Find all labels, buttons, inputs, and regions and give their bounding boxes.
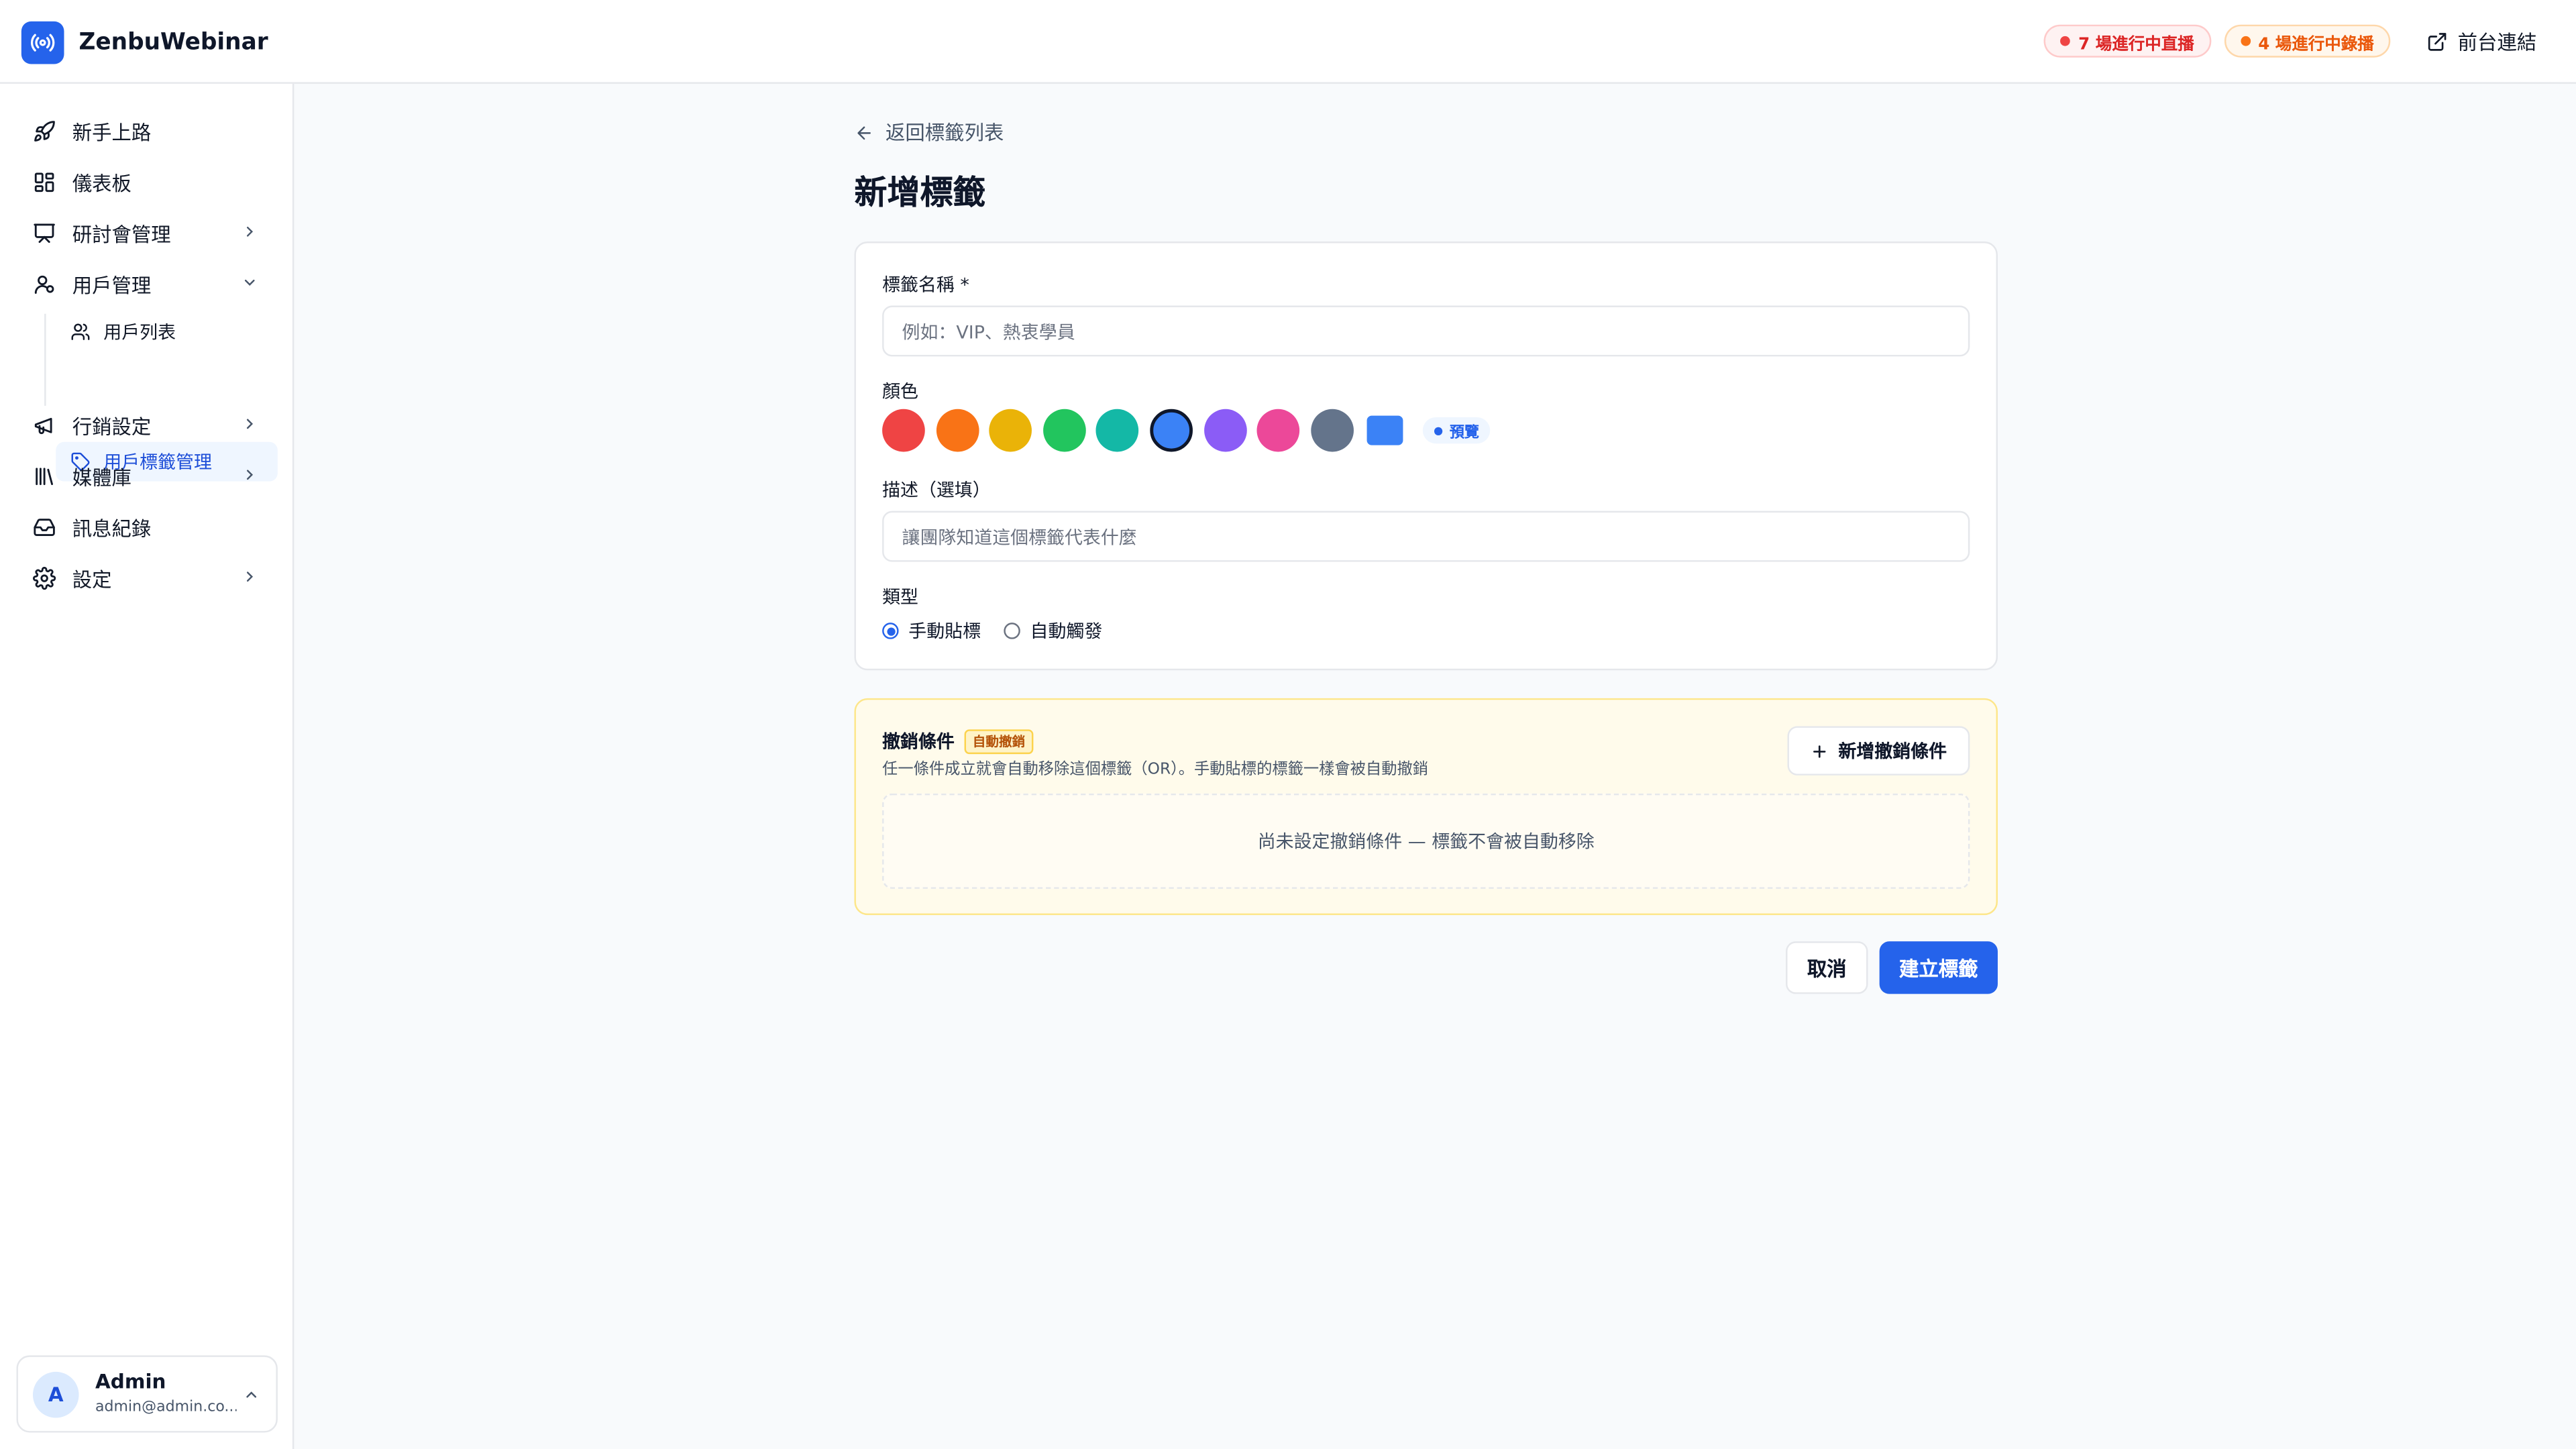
tag-name-placeholder: 例如：VIP、熱衷學員	[902, 318, 1075, 344]
chevron-right-icon	[241, 568, 258, 584]
rocket-icon	[33, 120, 56, 143]
color-swatch-yellow[interactable]	[989, 409, 1032, 452]
revoke-empty-state: 尚未設定撤銷條件 — 標籤不會被自動移除	[882, 794, 1970, 889]
recording-badge[interactable]: 4 場進行中錄播	[2224, 25, 2390, 58]
color-swatch-green[interactable]	[1043, 409, 1086, 452]
sidebar-item-marketing[interactable]: 行銷設定	[16, 404, 277, 447]
sidebar-item-label: 訊息紀錄	[72, 513, 152, 541]
create-tag-button[interactable]: 建立標籤	[1880, 941, 1998, 994]
tag-preview: 預覽	[1424, 417, 1491, 443]
revoke-empty-text: 尚未設定撤銷條件 — 標籤不會被自動移除	[1258, 828, 1595, 854]
header-actions: 7 場進行中直播 4 場進行中錄播 前台連結	[2044, 25, 2537, 58]
users-icon	[70, 322, 90, 341]
sidebar-item-label: 設定	[72, 564, 112, 592]
description-label: 描述（選填）	[882, 476, 991, 502]
external-link-icon	[2426, 30, 2448, 52]
chevron-right-icon	[241, 467, 258, 483]
sidebar-item-label: 行銷設定	[72, 411, 152, 439]
revoke-title-text: 撤銷條件	[882, 728, 955, 754]
sidebar-item-users[interactable]: 用戶管理	[16, 263, 277, 306]
brand-name: ZenbuWebinar	[79, 30, 268, 56]
auto-revoke-badge: 自動撤銷	[965, 729, 1034, 753]
sidebar-item-label: 研討會管理	[72, 219, 171, 248]
user-icon	[33, 273, 56, 296]
tag-preview-label: 預覽	[1450, 420, 1479, 441]
tag-form-card: 標籤名稱 * 例如：VIP、熱衷學員 顏色 預覽 描述（選填） 讓團隊知道這個標…	[854, 241, 1998, 670]
submenu-guide-line	[44, 314, 46, 406]
sidebar-item-label: 新手上路	[72, 117, 152, 146]
color-label: 顏色	[882, 378, 918, 404]
user-name: Admin	[95, 1370, 166, 1393]
live-badge[interactable]: 7 場進行中直播	[2044, 25, 2210, 58]
type-label: 類型	[882, 583, 918, 609]
sidebar-item-label: 用戶管理	[72, 270, 152, 299]
back-link-label: 返回標籤列表	[885, 118, 1004, 146]
app-root: ZenbuWebinar 7 場進行中直播 4 場進行中錄播 前台連結	[0, 0, 2576, 1449]
color-swatch-blue[interactable]	[1150, 409, 1193, 452]
live-dot-icon	[2060, 36, 2070, 46]
sidebar-subitem-label: 用戶列表	[103, 319, 176, 345]
sidebar-item-webinars[interactable]: 研討會管理	[16, 212, 277, 255]
add-revoke-condition-label: 新增撤銷條件	[1838, 738, 1947, 764]
user-menu[interactable]: A Admin admin@admin.co...	[16, 1355, 277, 1432]
color-swatches: 預覽	[882, 409, 1491, 452]
top-bar: ZenbuWebinar 7 場進行中直播 4 場進行中錄播 前台連結	[0, 0, 2576, 84]
preview-dot-icon	[1435, 427, 1443, 435]
sidebar-item-dashboard[interactable]: 儀表板	[16, 161, 277, 204]
color-swatch-red[interactable]	[882, 409, 925, 452]
custom-color-picker[interactable]	[1367, 416, 1403, 445]
sidebar-item-onboarding[interactable]: 新手上路	[16, 110, 277, 153]
sidebar: 新手上路 儀表板 研討會管理 用戶管理 用戶列表	[0, 84, 294, 1449]
chevron-up-icon	[243, 1387, 259, 1403]
color-swatch-pink[interactable]	[1257, 409, 1300, 452]
cancel-button[interactable]: 取消	[1786, 941, 1868, 994]
sidebar-subitem-user-list[interactable]: 用戶列表	[56, 312, 278, 352]
revoke-title: 撤銷條件 自動撤銷	[882, 728, 1033, 754]
sidebar-item-label: 儀表板	[72, 168, 131, 197]
avatar: A	[33, 1372, 79, 1418]
plus-icon	[1811, 742, 1829, 760]
arrow-left-icon	[854, 122, 873, 142]
broadcast-icon	[21, 21, 64, 64]
dashboard-icon	[33, 171, 56, 194]
tag-name-label: 標籤名稱 *	[882, 271, 969, 297]
chevron-right-icon	[241, 223, 258, 239]
color-swatch-slate[interactable]	[1311, 409, 1354, 452]
type-manual-label[interactable]: 手動貼標	[908, 618, 981, 644]
recording-dot-icon	[2240, 36, 2250, 46]
revoke-description: 任一條件成立就會自動移除這個標籤（OR）。手動貼標的標籤一樣會被自動撤銷	[882, 756, 1428, 779]
color-swatch-teal[interactable]	[1096, 409, 1139, 452]
color-swatch-purple[interactable]	[1203, 409, 1246, 452]
megaphone-icon	[33, 414, 56, 437]
sidebar-item-messages[interactable]: 訊息紀錄	[16, 506, 277, 549]
type-auto-label[interactable]: 自動觸發	[1030, 618, 1103, 644]
user-email: admin@admin.co...	[95, 1400, 237, 1416]
gear-icon	[33, 567, 56, 590]
sidebar-item-label: 媒體庫	[72, 462, 131, 490]
description-placeholder: 讓團隊知道這個標籤代表什麼	[902, 523, 1137, 549]
color-swatch-orange[interactable]	[936, 409, 979, 452]
chevron-down-icon	[241, 274, 258, 290]
recording-badge-label: 4 場進行中錄播	[2258, 29, 2374, 54]
revoke-conditions-card: 撤銷條件 自動撤銷 任一條件成立就會自動移除這個標籤（OR）。手動貼標的標籤一樣…	[854, 698, 1998, 915]
type-radio-group: 手動貼標 自動觸發	[882, 618, 1102, 644]
chevron-right-icon	[241, 416, 258, 432]
front-link[interactable]: 前台連結	[2426, 27, 2536, 55]
presentation-icon	[33, 222, 56, 245]
library-icon	[33, 465, 56, 488]
sidebar-item-media[interactable]: 媒體庫	[16, 455, 277, 498]
inbox-icon	[33, 516, 56, 539]
page-title: 新增標籤	[854, 166, 985, 213]
front-link-label: 前台連結	[2458, 27, 2537, 55]
brand[interactable]: ZenbuWebinar	[21, 21, 268, 64]
type-auto-radio[interactable]	[1004, 623, 1020, 639]
live-badge-label: 7 場進行中直播	[2078, 29, 2194, 54]
description-input[interactable]: 讓團隊知道這個標籤代表什麼	[882, 511, 1970, 562]
back-link[interactable]: 返回標籤列表	[854, 118, 1004, 146]
add-revoke-condition-button[interactable]: 新增撤銷條件	[1788, 726, 1970, 775]
type-manual-radio[interactable]	[882, 623, 898, 639]
tag-name-input[interactable]: 例如：VIP、熱衷學員	[882, 306, 1970, 357]
sidebar-item-settings[interactable]: 設定	[16, 557, 277, 600]
